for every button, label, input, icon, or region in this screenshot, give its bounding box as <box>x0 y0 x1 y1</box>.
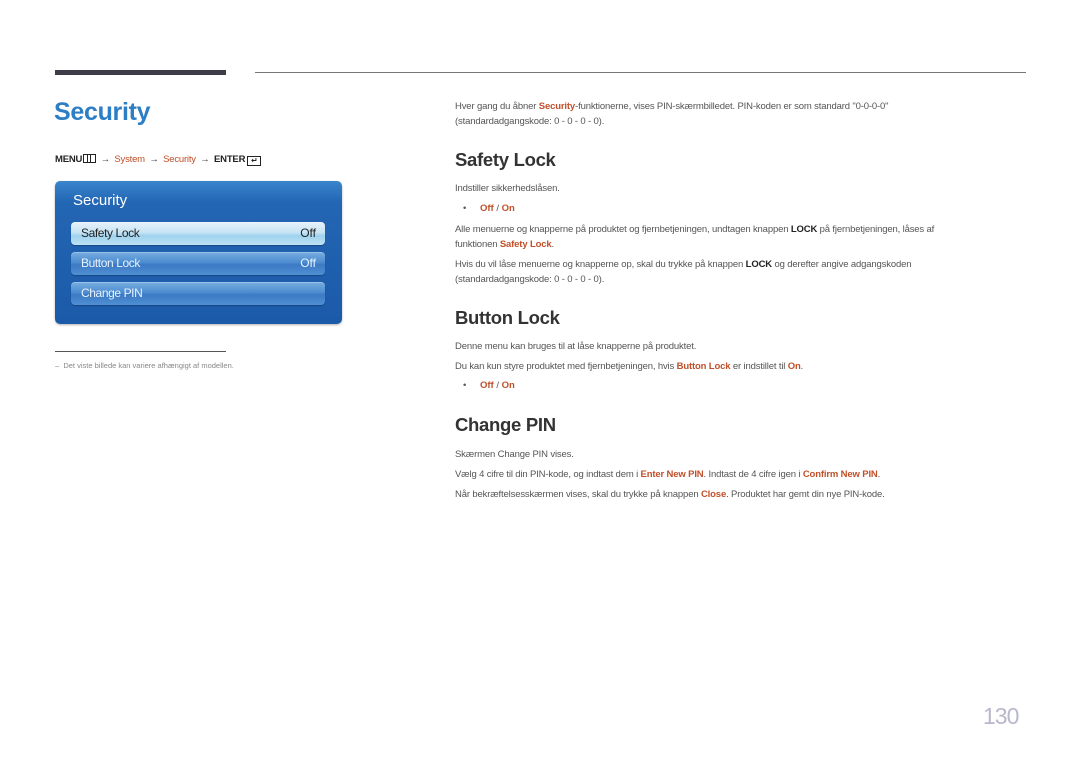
change-pin-paragraph-1: Vælg 4 cifre til din PIN-kode, og indtas… <box>455 468 880 483</box>
text: . <box>877 469 881 480</box>
header-bar-thick <box>55 70 226 75</box>
button-lock-paragraph: Du kan kun styre produktet med fjernbetj… <box>455 360 803 375</box>
safety-lock-paragraph-2: Hvis du vil låse menuerne og knapperne o… <box>455 258 912 287</box>
heading-safety-lock: Safety Lock <box>455 149 556 170</box>
osd-item-value: Off <box>300 226 316 240</box>
change-pin-paragraph-2: Når bekræftelsesskærmen vises, skal du t… <box>455 488 885 503</box>
footnote-text: Det viste billede kan variere afhængigt … <box>63 361 234 370</box>
text: Du kan kun styre produktet med fjernbetj… <box>455 361 677 372</box>
text: (standardadgangskode: 0 - 0 - 0 - 0). <box>455 115 605 127</box>
security-osd-menu: Security Safety Lock Off Button Lock Off… <box>55 181 342 324</box>
text: Alle menuerne og knapperne på produktet … <box>455 224 791 235</box>
breadcrumb: MENU → System → Security → ENTER ↵ <box>55 154 262 166</box>
option-separator: / <box>493 380 502 391</box>
text: og derefter angive adgangskoden <box>772 259 912 270</box>
highlight-on: On <box>787 361 801 372</box>
arrow-icon: → <box>100 154 111 165</box>
osd-item-button-lock[interactable]: Button Lock Off <box>71 252 325 275</box>
button-lock-options: • Off / On <box>463 380 515 391</box>
text: Hver gang du åbner <box>455 101 539 112</box>
text: . <box>551 238 555 250</box>
heading-button-lock: Button Lock <box>455 307 560 328</box>
text: på fjernbetjeningen, låses af <box>817 224 935 235</box>
lock-key: LOCK <box>745 259 772 270</box>
highlight-button-lock: Button Lock <box>676 361 731 372</box>
text: . <box>800 361 804 372</box>
text: er indstillet til <box>730 361 788 372</box>
breadcrumb-system: System <box>114 154 145 165</box>
osd-item-change-pin[interactable]: Change PIN <box>71 282 325 305</box>
highlight-confirm-new-pin: Confirm New PIN <box>802 469 878 480</box>
osd-item-safety-lock[interactable]: Safety Lock Off <box>71 222 325 245</box>
safety-lock-paragraph-1: Alle menuerne og knapperne på produktet … <box>455 223 934 252</box>
highlight-close: Close <box>700 489 727 500</box>
option-on: On <box>501 203 515 214</box>
option-on: On <box>501 380 515 391</box>
text: Vælg 4 cifre til din PIN-kode, og indtas… <box>455 469 641 480</box>
text: -funktionerne, vises PIN-skærmbilledet. … <box>575 101 889 112</box>
menu-grid-icon <box>83 154 97 163</box>
change-pin-desc: Skærmen Change PIN vises. <box>455 449 574 460</box>
osd-item-label: Change PIN <box>81 286 143 300</box>
osd-item-label: Safety Lock <box>81 226 140 240</box>
bullet-icon: • <box>463 203 467 214</box>
page-number: 130 <box>983 703 1019 729</box>
enter-return-icon: ↵ <box>247 156 262 166</box>
breadcrumb-security: Security <box>163 154 196 165</box>
text: . Indtast de 4 cifre igen i <box>703 469 803 480</box>
text: Når bekræftelsesskærmen vises, skal du t… <box>455 489 701 500</box>
arrow-icon: → <box>149 154 159 165</box>
osd-title: Security <box>73 192 128 209</box>
arrow-icon: → <box>200 154 210 165</box>
button-lock-desc: Denne menu kan bruges til at låse knappe… <box>455 341 697 352</box>
safety-lock-options: • Off / On <box>463 203 515 214</box>
highlight-enter-new-pin: Enter New PIN <box>640 469 704 480</box>
safety-lock-desc: Indstiller sikkerhedslåsen. <box>455 183 560 194</box>
breadcrumb-menu: MENU <box>55 154 83 165</box>
breadcrumb-enter: ENTER <box>214 154 246 165</box>
option-off: Off <box>480 380 494 391</box>
page-title: Security <box>54 98 151 126</box>
footnote-divider <box>55 351 226 352</box>
heading-change-pin: Change PIN <box>455 414 556 435</box>
option-separator: / <box>493 203 502 214</box>
text: funktionen <box>455 238 500 250</box>
highlight-safety-lock: Safety Lock <box>499 238 552 250</box>
text: . Produktet har gemt din nye PIN-kode. <box>726 489 885 500</box>
text: Hvis du vil låse menuerne og knapperne o… <box>455 259 746 270</box>
highlight-security: Security <box>538 101 576 112</box>
option-off: Off <box>480 203 494 214</box>
bullet-icon: • <box>463 380 467 391</box>
header-rule <box>255 72 1026 73</box>
osd-item-label: Button Lock <box>81 256 140 270</box>
lock-key: LOCK <box>790 224 818 235</box>
text: (standardadgangskode: 0 - 0 - 0 - 0). <box>455 273 605 285</box>
intro-paragraph: Hver gang du åbner Security-funktionerne… <box>455 100 889 129</box>
osd-item-value: Off <box>300 256 316 270</box>
footnote: – Det viste billede kan variere afhængig… <box>55 361 234 370</box>
